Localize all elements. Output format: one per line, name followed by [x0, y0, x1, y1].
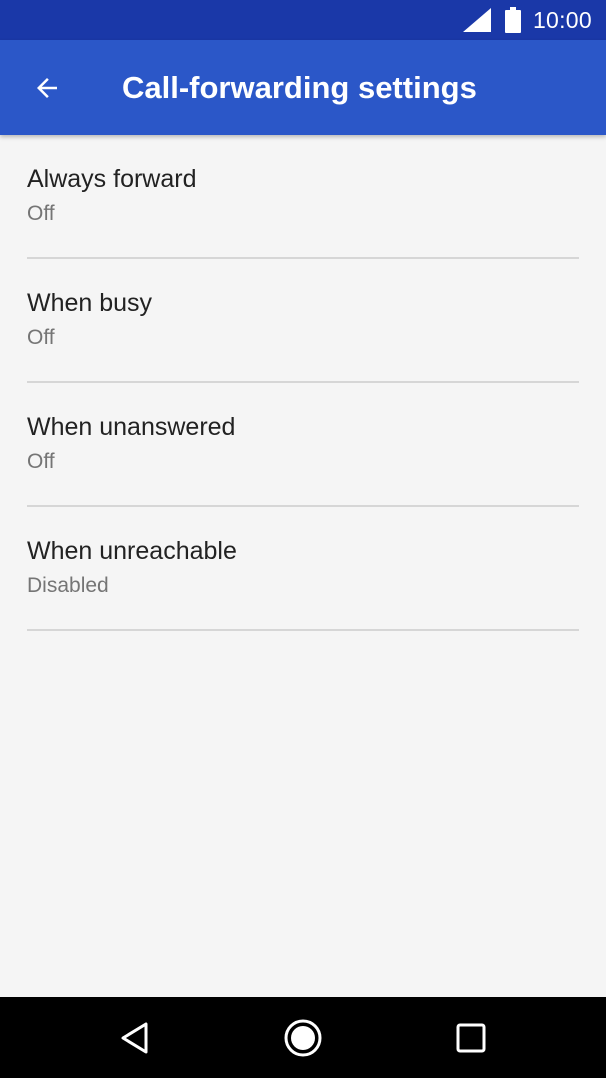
- status-bar: 10:00: [0, 0, 606, 40]
- nav-back-icon: [121, 1022, 148, 1054]
- page-title: Call-forwarding settings: [122, 70, 477, 105]
- setting-title: When unanswered: [27, 413, 236, 441]
- screen: 10:00 Call-forwarding settings Always fo…: [0, 0, 606, 1078]
- settings-list: Always forward Off When busy Off When un…: [0, 135, 606, 631]
- nav-recents-icon: [456, 1023, 486, 1053]
- app-bar: Call-forwarding settings: [0, 40, 606, 135]
- setting-when-unreachable[interactable]: When unreachable Disabled: [0, 507, 606, 631]
- setting-summary: Disabled: [27, 574, 109, 597]
- navigation-bar: [0, 997, 606, 1078]
- status-icons: 10:00: [462, 0, 592, 40]
- back-button[interactable]: [22, 65, 72, 111]
- nav-back-button[interactable]: [110, 1013, 160, 1063]
- nav-home-button[interactable]: [278, 1013, 328, 1063]
- status-clock: 10:00: [532, 6, 592, 33]
- setting-summary: Off: [27, 202, 55, 225]
- setting-when-unanswered[interactable]: When unanswered Off: [0, 383, 606, 507]
- divider: [27, 629, 579, 631]
- signal-icon: [462, 8, 491, 32]
- nav-recents-button[interactable]: [446, 1013, 496, 1063]
- setting-when-busy[interactable]: When busy Off: [0, 259, 606, 383]
- battery-icon: [504, 7, 521, 33]
- setting-title: When unreachable: [27, 537, 237, 565]
- setting-title: When busy: [27, 289, 153, 317]
- setting-summary: Off: [27, 326, 55, 349]
- setting-always-forward[interactable]: Always forward Off: [0, 135, 606, 259]
- setting-title: Always forward: [27, 165, 197, 193]
- setting-summary: Off: [27, 450, 55, 473]
- nav-home-icon: [284, 1019, 322, 1057]
- arrow-back-icon: [37, 78, 57, 98]
